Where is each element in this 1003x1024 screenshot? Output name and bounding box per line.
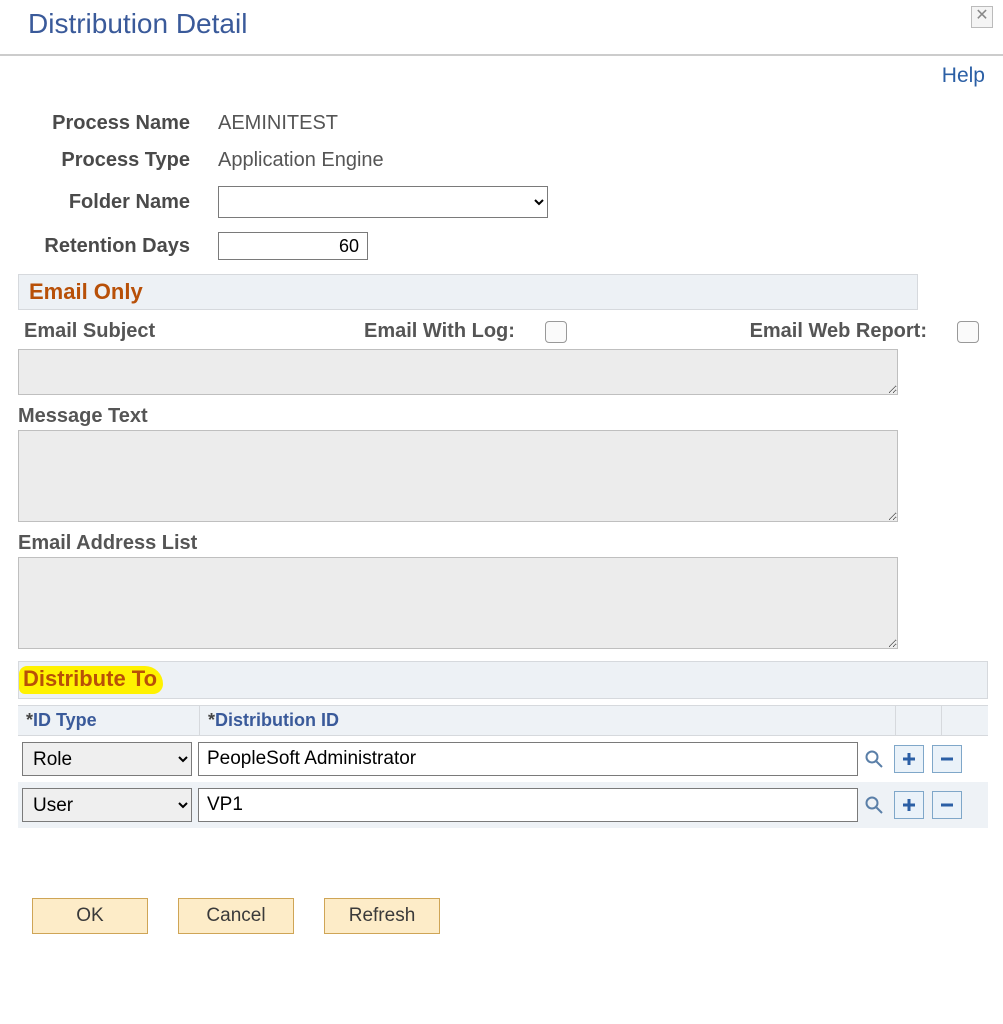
email-with-log-checkbox[interactable] [545,321,567,343]
title-bar: Distribution Detail ✕ [0,0,1003,56]
distribute-to-header: Distribute To [19,666,163,694]
page-title: Distribution Detail [28,8,987,40]
message-text-textarea[interactable] [18,430,898,522]
message-text-label: Message Text [18,405,985,428]
table-row: Role [18,736,988,782]
process-type-label: Process Type [18,149,218,172]
distribute-to-section: Distribute To [18,661,988,699]
delete-row-button[interactable] [932,745,962,773]
email-with-log-label: Email With Log: [364,320,515,343]
minus-icon [939,751,955,767]
email-only-header: Email Only [18,274,918,310]
distribution-id-input[interactable] [198,742,858,776]
ok-button[interactable]: OK [32,898,148,934]
email-web-report-checkbox[interactable] [957,321,979,343]
email-web-report-label: Email Web Report: [750,320,927,343]
lookup-button[interactable] [862,747,886,771]
minus-icon [939,797,955,813]
refresh-button[interactable]: Refresh [324,898,440,934]
add-row-button[interactable] [894,745,924,773]
email-address-list-textarea[interactable] [18,557,898,649]
folder-name-label: Folder Name [18,191,218,214]
distribution-id-input[interactable] [198,788,858,822]
help-link[interactable]: Help [942,64,985,87]
retention-days-label: Retention Days [18,235,218,258]
lookup-button[interactable] [862,793,886,817]
id-type-select[interactable]: Role [22,742,192,776]
email-address-list-label: Email Address List [18,532,985,555]
help-row: Help [0,56,1003,88]
col-header-idtype[interactable]: *ID Type [18,706,200,735]
id-type-select[interactable]: User [22,788,192,822]
magnifier-icon [864,749,884,769]
magnifier-icon [864,795,884,815]
retention-days-input[interactable] [218,232,368,260]
col-header-distid[interactable]: *Distribution ID [200,706,896,735]
plus-icon [901,797,917,813]
distribute-to-grid: *ID Type *Distribution ID Role User [18,705,988,828]
process-type-value: Application Engine [218,149,384,172]
close-icon: ✕ [975,7,988,24]
plus-icon [901,751,917,767]
email-subject-label: Email Subject [24,320,334,343]
email-subject-textarea[interactable] [18,349,898,395]
delete-row-button[interactable] [932,791,962,819]
add-row-button[interactable] [894,791,924,819]
folder-name-select[interactable] [218,186,548,218]
close-button[interactable]: ✕ [971,6,993,28]
cancel-button[interactable]: Cancel [178,898,294,934]
process-name-value: AEMINITEST [218,112,338,135]
table-row: User [18,782,988,828]
process-name-label: Process Name [18,112,218,135]
